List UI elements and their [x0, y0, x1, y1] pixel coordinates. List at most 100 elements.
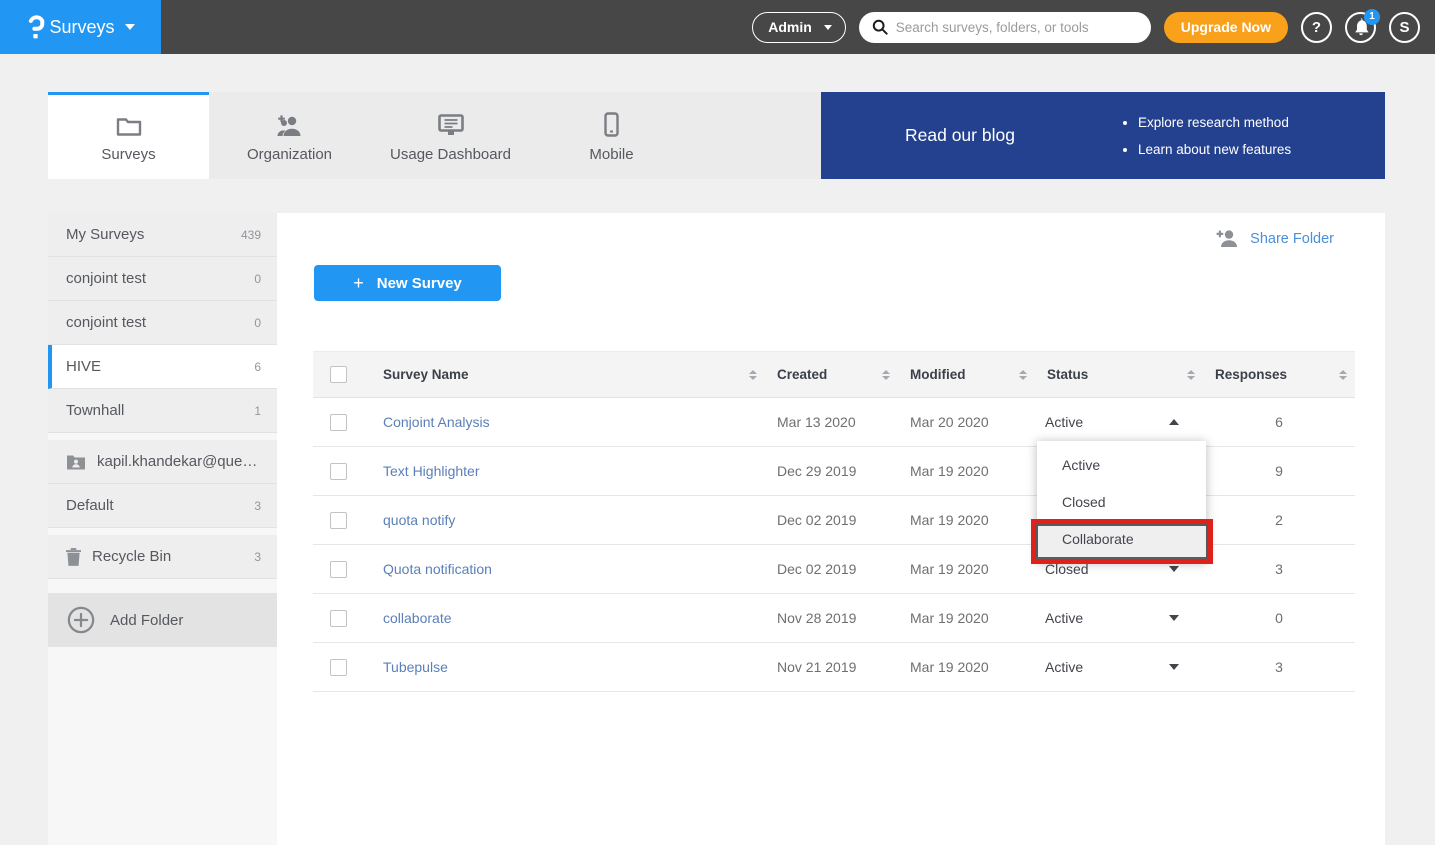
share-folder-button[interactable]: Share Folder: [1214, 230, 1334, 247]
created-date: Nov 21 2019: [765, 659, 898, 675]
upgrade-now-button[interactable]: Upgrade Now: [1164, 12, 1288, 43]
survey-name-link[interactable]: Text Highlighter: [368, 463, 765, 479]
product-menu[interactable]: Surveys: [0, 0, 161, 54]
survey-name-link[interactable]: collaborate: [368, 610, 765, 626]
responses-count: 0: [1203, 610, 1355, 626]
sidebar-item-conjoint-test-1[interactable]: conjoint test 0: [48, 257, 277, 301]
row-checkbox[interactable]: [330, 463, 347, 480]
status-option-closed[interactable]: Closed: [1037, 483, 1206, 520]
topbar-right: Admin Upgrade Now ? 1 S: [752, 12, 1435, 43]
table-row: Conjoint Analysis Mar 13 2020 Mar 20 202…: [313, 398, 1355, 447]
responses-count: 3: [1203, 561, 1355, 577]
created-date: Dec 29 2019: [765, 463, 898, 479]
status-dropdown-trigger[interactable]: Active: [1035, 414, 1203, 430]
sidebar-item-conjoint-test-2[interactable]: conjoint test 0: [48, 301, 277, 345]
column-header-modified: Modified: [910, 367, 966, 382]
modified-date: Mar 20 2020: [898, 414, 1035, 430]
blog-banner[interactable]: Read our blog Explore research method Le…: [821, 92, 1385, 179]
admin-menu[interactable]: Admin: [752, 12, 846, 43]
column-header-survey-name: Survey Name: [383, 367, 469, 382]
tab-label: Usage Dashboard: [390, 146, 511, 163]
avatar[interactable]: S: [1389, 12, 1420, 43]
tab-label: Organization: [247, 146, 332, 163]
sidebar-item-recycle-bin[interactable]: Recycle Bin 3: [48, 535, 277, 579]
banner-bullet: Learn about new features: [1138, 136, 1291, 163]
status-dropdown-trigger[interactable]: Closed: [1035, 561, 1203, 577]
sidebar-item-default[interactable]: Default 3: [48, 484, 277, 528]
status-dropdown-menu: Active Closed Collaborate: [1037, 441, 1206, 562]
chevron-down-icon: [1169, 615, 1179, 621]
row-checkbox[interactable]: [330, 610, 347, 627]
banner-bullets: Explore research method Learn about new …: [1120, 109, 1291, 163]
screen: Surveys Admin Upgrade Now ?: [0, 0, 1435, 845]
tab-label: Surveys: [101, 146, 155, 163]
folder-count: 6: [254, 360, 261, 374]
sidebar-item-label: conjoint test: [66, 270, 146, 287]
row-checkbox[interactable]: [330, 561, 347, 578]
survey-name-link[interactable]: Conjoint Analysis: [368, 414, 765, 430]
sidebar-item-label: Townhall: [66, 402, 124, 419]
sort-icon[interactable]: [882, 370, 890, 380]
sidebar-item-townhall[interactable]: Townhall 1: [48, 389, 277, 433]
chevron-down-icon: [1169, 664, 1179, 670]
folder-count: 1: [254, 404, 261, 418]
tab-mobile[interactable]: Mobile: [531, 92, 692, 179]
sidebar-item-shared-account[interactable]: kapil.khandekar@que…: [48, 440, 277, 484]
topbar: Surveys Admin Upgrade Now ?: [0, 0, 1435, 54]
help-button[interactable]: ?: [1301, 12, 1332, 43]
search-input[interactable]: [896, 20, 1138, 35]
status-dropdown-trigger[interactable]: Active: [1035, 610, 1203, 626]
folder-icon: [116, 111, 142, 137]
global-search: [859, 12, 1151, 43]
folder-group-recycle: Recycle Bin 3: [48, 535, 277, 579]
status-option-collaborate[interactable]: Collaborate: [1037, 520, 1206, 557]
created-date: Nov 28 2019: [765, 610, 898, 626]
sort-icon[interactable]: [749, 370, 757, 380]
avatar-initial: S: [1399, 19, 1409, 36]
sidebar-item-my-surveys[interactable]: My Surveys 439: [48, 213, 277, 257]
folder-count: 0: [254, 316, 261, 330]
tabs: Surveys Organization Usage Dashboard Mob…: [48, 92, 821, 179]
created-date: Mar 13 2020: [765, 414, 898, 430]
search-icon: [872, 19, 888, 35]
survey-name-link[interactable]: quota notify: [368, 512, 765, 528]
banner-bullet: Explore research method: [1138, 109, 1291, 136]
shared-folder-icon: [66, 453, 86, 470]
add-folder-label: Add Folder: [110, 612, 183, 629]
modified-date: Mar 19 2020: [898, 659, 1035, 675]
row-checkbox[interactable]: [330, 659, 347, 676]
new-survey-button[interactable]: + New Survey: [314, 265, 501, 301]
sort-icon[interactable]: [1339, 370, 1347, 380]
chevron-up-icon: [1169, 419, 1179, 425]
tab-usage-dashboard[interactable]: Usage Dashboard: [370, 92, 531, 179]
mobile-icon: [604, 111, 619, 137]
status-option-active[interactable]: Active: [1037, 446, 1206, 483]
status-dropdown-trigger[interactable]: Active: [1035, 659, 1203, 675]
question-mark-icon: ?: [1312, 19, 1321, 36]
select-all-checkbox[interactable]: [330, 366, 347, 383]
sidebar-item-hive[interactable]: HIVE 6: [48, 345, 277, 389]
folder-count: 439: [241, 228, 261, 242]
survey-list-panel: Share Folder + New Survey Survey Name Cr…: [277, 213, 1385, 845]
sort-icon[interactable]: [1019, 370, 1027, 380]
survey-name-link[interactable]: Quota notification: [368, 561, 765, 577]
survey-name-link[interactable]: Tubepulse: [368, 659, 765, 675]
add-folder-button[interactable]: Add Folder: [48, 593, 277, 647]
row-checkbox[interactable]: [330, 512, 347, 529]
tab-organization[interactable]: Organization: [209, 92, 370, 179]
sidebar-item-label: Recycle Bin: [92, 548, 171, 565]
folder-group-shared: kapil.khandekar@que… Default 3: [48, 440, 277, 528]
sort-icon[interactable]: [1187, 370, 1195, 380]
row-checkbox[interactable]: [330, 414, 347, 431]
sidebar-item-label: conjoint test: [66, 314, 146, 331]
tab-surveys[interactable]: Surveys: [48, 92, 209, 179]
modified-date: Mar 19 2020: [898, 561, 1035, 577]
notifications-button[interactable]: 1: [1345, 12, 1376, 43]
tab-label: Mobile: [589, 146, 633, 163]
trash-icon: [66, 548, 81, 566]
folder-count: 3: [254, 499, 261, 513]
folder-sidebar: My Surveys 439 conjoint test 0 conjoint …: [48, 213, 277, 845]
notification-badge: 1: [1364, 9, 1380, 25]
new-survey-label: New Survey: [377, 275, 462, 292]
responses-count: 2: [1203, 512, 1355, 528]
